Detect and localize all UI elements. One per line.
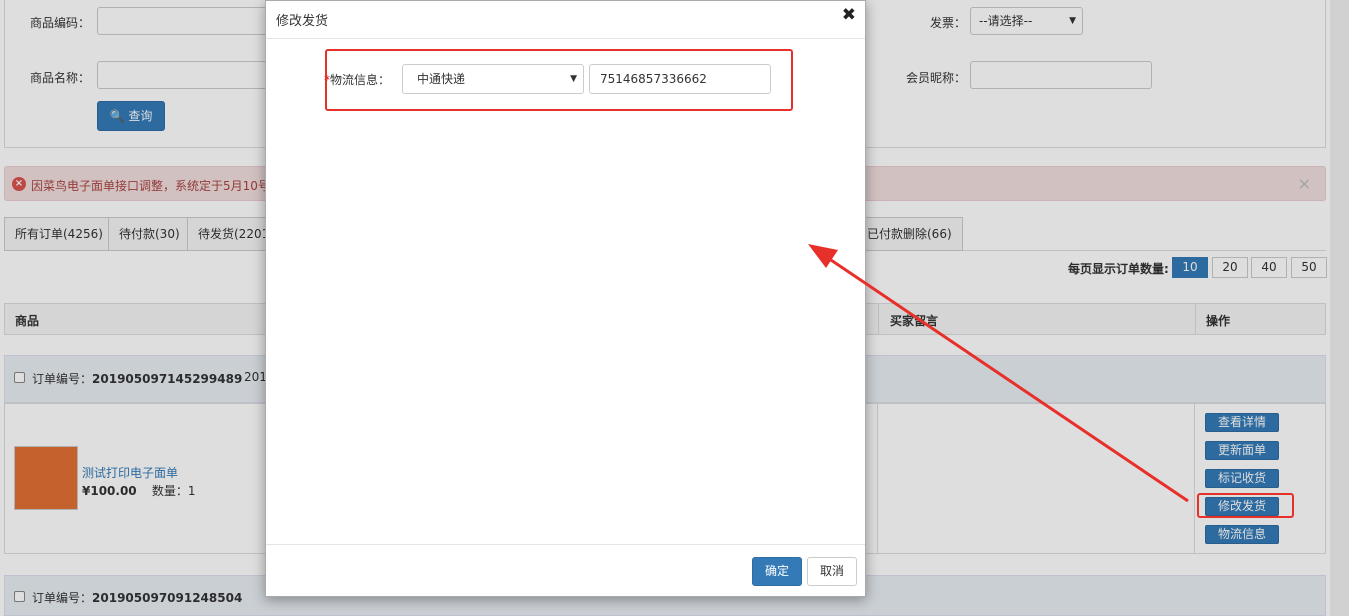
annotation-arrow-line [824,254,1189,503]
annotation-arrow-head [808,244,838,268]
annotation-arrow-icon [808,244,1189,503]
order-management-page: 商品编码： 商品名称： 🔍 查询 发票： --请选择-- ▼ 会员昵称： × 因… [0,0,1349,616]
